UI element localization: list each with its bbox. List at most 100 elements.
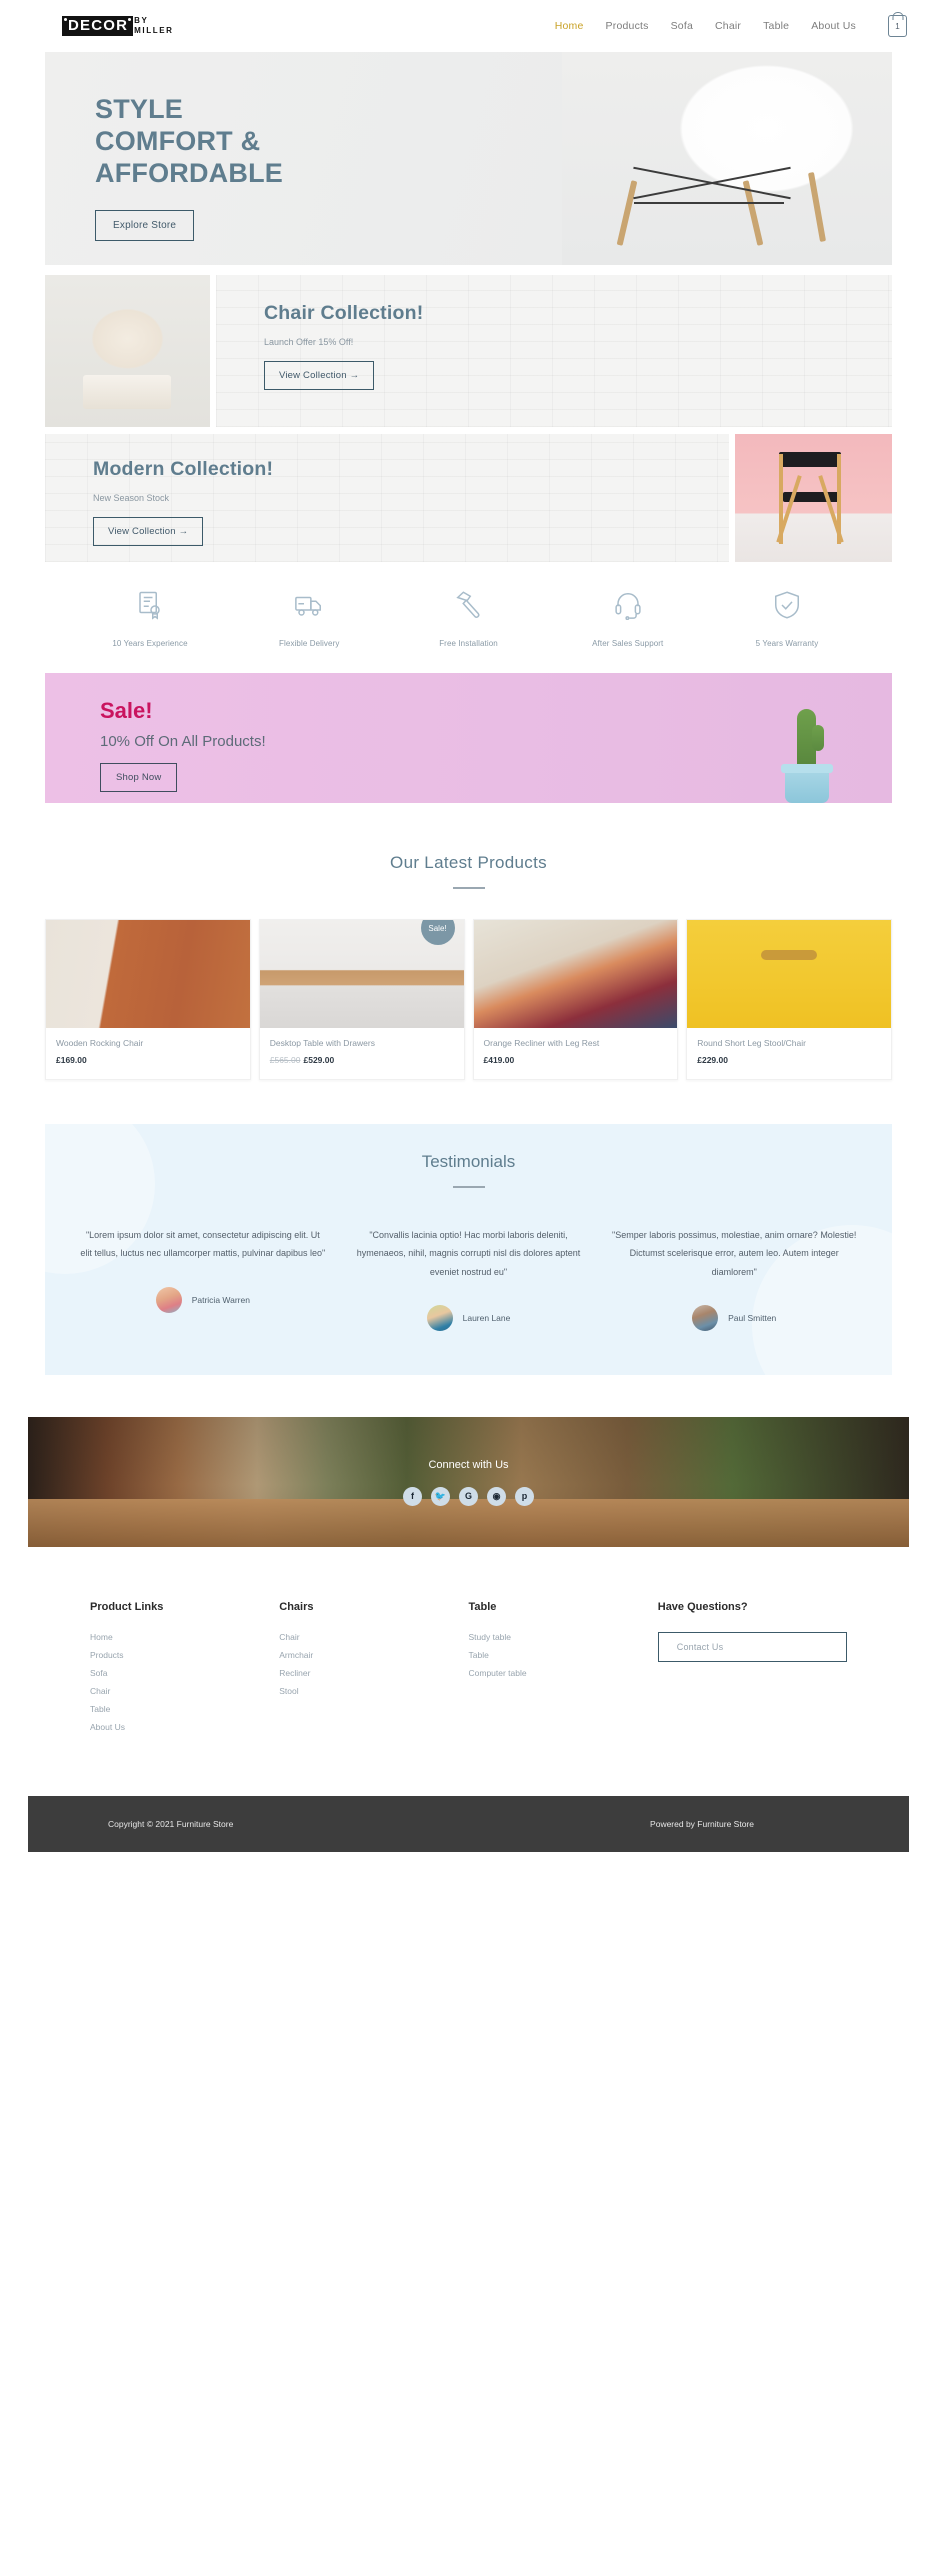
headset-icon <box>615 593 641 620</box>
testimonial-card: "Semper laboris possimus, molestiae, ani… <box>610 1226 858 1332</box>
footer-link-computer-table[interactable]: Computer table <box>469 1668 658 1678</box>
logo-dot-right <box>128 18 132 21</box>
modern-collection-title: Modern Collection! <box>93 458 274 480</box>
nav-item-home[interactable]: Home <box>555 20 584 32</box>
footer-link-sofa[interactable]: Sofa <box>90 1668 279 1678</box>
modern-collection-content: Modern Collection! New Season Stock View… <box>45 434 729 562</box>
product-price: £169.00 <box>56 1055 240 1065</box>
feature-item-warranty: 5 Years Warranty <box>722 590 852 651</box>
site-footer: Product Links Home Products Sofa Chair T… <box>0 1547 937 1797</box>
modern-collection-subtitle: New Season Stock <box>93 493 170 503</box>
product-card[interactable]: Orange Recliner with Leg Rest £419.00 <box>472 919 679 1080</box>
product-price: £565.00 £529.00 <box>270 1055 454 1065</box>
site-logo[interactable]: DECOR BY MILLER <box>62 16 174 36</box>
product-old-price: £565.00 <box>269 1055 301 1065</box>
chair-collection-image <box>45 275 210 427</box>
avatar <box>426 1305 453 1332</box>
testimonial-author-name: Paul Smitten <box>728 1313 777 1324</box>
testimonial-author: Patricia Warren <box>79 1286 327 1313</box>
footer-link-table[interactable]: Table <box>469 1650 658 1660</box>
google-icon[interactable]: G <box>459 1486 478 1506</box>
connect-title: Connect with Us <box>428 1458 509 1471</box>
footer-column-chairs: Chairs Chair Armchair Recliner Stool <box>279 1601 468 1740</box>
footer-column-title: Chairs <box>279 1601 314 1614</box>
testimonial-card: "Convallis lacinia optio! Hac morbi labo… <box>345 1226 593 1332</box>
testimonial-card: "Lorem ipsum dolor sit amet, consectetur… <box>79 1226 327 1331</box>
product-image <box>687 920 891 1028</box>
testimonial-quote: "Lorem ipsum dolor sit amet, consectetur… <box>80 1230 326 1259</box>
shop-now-button[interactable]: Shop Now <box>100 763 178 792</box>
hero-title-line3: AFFORDABLE <box>95 157 283 188</box>
instagram-icon[interactable]: ◉ <box>487 1486 506 1506</box>
footer-questions-title: Have Questions? <box>657 1601 748 1614</box>
chair-collection-content: Chair Collection! Launch Offer 15% Off! … <box>216 275 892 427</box>
footer-column-product-links: Product Links Home Products Sofa Chair T… <box>90 1601 279 1740</box>
cactus-arm <box>812 725 824 751</box>
testimonial-author-name: Patricia Warren <box>191 1294 250 1305</box>
testimonials-section-title: Testimonials <box>421 1152 516 1171</box>
explore-store-button[interactable]: Explore Store <box>95 209 195 241</box>
pinterest-icon[interactable]: p <box>515 1486 534 1506</box>
nav-item-products[interactable]: Products <box>606 20 649 32</box>
product-info: Round Short Leg Stool/Chair £229.00 <box>687 1028 891 1079</box>
sale-title: Sale! <box>100 698 153 723</box>
footer-link-armchair[interactable]: Armchair <box>279 1650 468 1660</box>
sale-badge: Sale! <box>420 920 455 945</box>
hero-title-line2: COMFORT & <box>95 125 261 156</box>
hammer-icon <box>455 591 479 618</box>
footer-link-home[interactable]: Home <box>90 1632 279 1642</box>
nav-item-sofa[interactable]: Sofa <box>671 20 693 32</box>
footer-link-stool[interactable]: Stool <box>279 1686 468 1696</box>
product-card[interactable]: Round Short Leg Stool/Chair £229.00 <box>686 919 892 1080</box>
nav-item-chair[interactable]: Chair <box>715 20 741 32</box>
latest-products-section: Our Latest Products Wooden Rocking Chair… <box>45 803 892 1080</box>
product-current-price: £229.00 <box>697 1055 728 1065</box>
chair-collection-view-button[interactable]: View Collection → <box>264 361 375 390</box>
footer-link-recliner[interactable]: Recliner <box>279 1668 468 1678</box>
features-strip: 10 Years Experience Flexible Delivery Fr… <box>45 562 892 673</box>
footer-link-chair[interactable]: Chair <box>279 1632 468 1642</box>
product-image <box>46 920 250 1028</box>
nav-item-about-us[interactable]: About Us <box>811 20 856 32</box>
shopping-bag-icon[interactable]: 1 <box>888 15 907 37</box>
twitter-icon[interactable]: 🐦 <box>431 1486 450 1506</box>
contact-us-button[interactable]: Contact Us <box>657 1632 847 1663</box>
feature-item-support: After Sales Support <box>563 590 693 651</box>
product-price: £229.00 <box>697 1055 881 1065</box>
logo-mark: DECOR <box>62 16 134 36</box>
footer-link-study-table[interactable]: Study table <box>469 1632 658 1642</box>
products-heading-block: Our Latest Products <box>45 803 892 889</box>
product-card[interactable]: Sale! Desktop Table with Drawers £565.00… <box>258 919 465 1080</box>
facebook-icon[interactable]: f <box>403 1486 422 1506</box>
footer-column-table: Table Study table Table Computer table <box>469 1601 658 1740</box>
feature-item-delivery: Flexible Delivery <box>244 590 374 651</box>
copyright-bar: Copyright © 2021 Furniture Store Powered… <box>28 1796 909 1853</box>
modern-collection-view-button[interactable]: View Collection → <box>93 517 204 546</box>
product-card[interactable]: Wooden Rocking Chair £169.00 <box>45 919 251 1080</box>
testimonials-heading-block: Testimonials <box>79 1152 858 1188</box>
feature-label-delivery: Flexible Delivery <box>279 639 340 648</box>
footer-link-chair[interactable]: Chair <box>90 1686 279 1696</box>
feature-item-experience: 10 Years Experience <box>85 590 215 651</box>
footer-column-questions: Have Questions? Contact Us <box>657 1601 847 1740</box>
cart-count: 1 <box>895 21 900 31</box>
footer-column-title: Table <box>468 1601 497 1614</box>
delivery-truck-icon <box>295 596 322 616</box>
copyright-text: Copyright © 2021 Furniture Store <box>108 1819 234 1830</box>
footer-link-about-us[interactable]: About Us <box>90 1722 279 1732</box>
powered-by-text: Powered by Furniture Store <box>650 1819 754 1830</box>
hero-content: STYLE COMFORT & AFFORDABLE Explore Store <box>45 52 892 241</box>
social-links: f 🐦 G ◉ p <box>403 1486 534 1506</box>
footer-link-table[interactable]: Table <box>90 1704 279 1714</box>
product-image: Sale! <box>259 920 464 1028</box>
chair-collection-title: Chair Collection! <box>264 302 424 324</box>
products-section-title: Our Latest Products <box>390 853 547 872</box>
avatar <box>155 1286 182 1313</box>
product-name: Desktop Table with Drawers <box>269 1038 375 1048</box>
feature-item-installation: Free Installation <box>404 590 534 651</box>
title-divider <box>452 1186 485 1188</box>
nav-item-table[interactable]: Table <box>763 20 789 32</box>
footer-link-products[interactable]: Products <box>90 1650 279 1660</box>
site-header: DECOR BY MILLER Home Products Sofa Chair… <box>0 0 937 52</box>
feature-label-warranty: 5 Years Warranty <box>755 639 819 648</box>
